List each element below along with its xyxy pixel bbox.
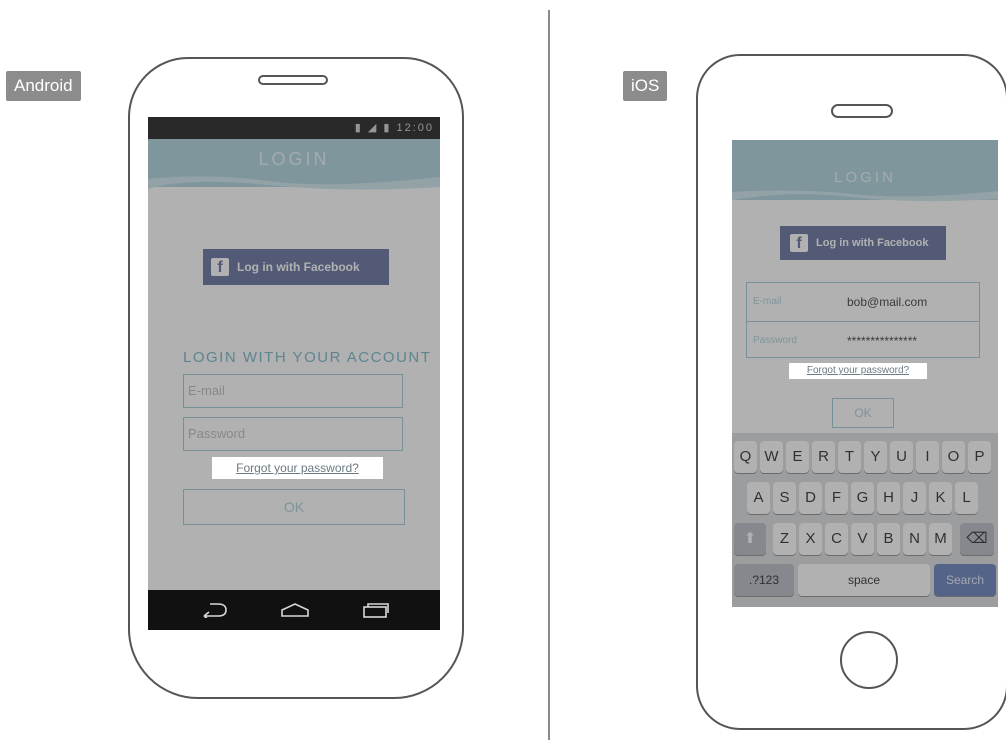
shift-key[interactable]: ⬆ <box>734 523 766 555</box>
ios-password-label: Password <box>753 335 797 346</box>
numbers-key[interactable]: .?123 <box>734 564 794 596</box>
key-f[interactable]: F <box>825 482 848 514</box>
platform-divider <box>548 10 550 740</box>
key-u[interactable]: U <box>890 441 913 473</box>
ios-login-form: E-mail bob@mail.com Password ***********… <box>746 282 980 358</box>
facebook-button-label: Log in with Facebook <box>237 260 360 274</box>
android-status-bar: ▮ ◢ ▮ 12:00 <box>148 117 440 139</box>
header-wave-decoration <box>148 176 440 190</box>
status-time: 12:00 <box>396 122 434 134</box>
ios-facebook-button-label: Log in with Facebook <box>816 237 929 249</box>
password-field[interactable]: Password <box>183 417 403 451</box>
android-screen: ▮ ◢ ▮ 12:00 LOGIN f Log in with Facebook… <box>148 117 440 630</box>
key-r[interactable]: R <box>812 441 835 473</box>
signal-icon: ▮ ◢ ▮ <box>354 122 392 134</box>
search-key[interactable]: Search <box>934 564 996 596</box>
key-y[interactable]: Y <box>864 441 887 473</box>
ios-forgot-password-link[interactable]: Forgot your password? <box>789 363 927 379</box>
ios-email-row[interactable]: E-mail bob@mail.com <box>747 283 979 321</box>
recents-icon[interactable] <box>362 602 390 620</box>
facebook-icon: f <box>790 234 808 252</box>
android-label: Android <box>6 71 81 101</box>
facebook-login-button[interactable]: f Log in with Facebook <box>203 249 389 285</box>
key-a[interactable]: A <box>747 482 770 514</box>
section-title: LOGIN WITH YOUR ACCOUNT <box>183 349 432 366</box>
email-field[interactable]: E-mail <box>183 374 403 408</box>
key-x[interactable]: X <box>799 523 822 555</box>
ios-password-value: *************** <box>847 334 918 348</box>
key-z[interactable]: Z <box>773 523 796 555</box>
key-c[interactable]: C <box>825 523 848 555</box>
facebook-icon: f <box>211 258 229 276</box>
key-t[interactable]: T <box>838 441 861 473</box>
home-icon[interactable] <box>280 602 310 620</box>
key-s[interactable]: S <box>773 482 796 514</box>
iphone-home-button[interactable] <box>840 631 898 689</box>
android-speaker <box>258 75 328 85</box>
key-w[interactable]: W <box>760 441 783 473</box>
space-key[interactable]: space <box>798 564 930 596</box>
key-q[interactable]: Q <box>734 441 757 473</box>
ios-facebook-login-button[interactable]: f Log in with Facebook <box>780 226 946 260</box>
key-m[interactable]: M <box>929 523 952 555</box>
key-k[interactable]: K <box>929 482 952 514</box>
key-v[interactable]: V <box>851 523 874 555</box>
key-d[interactable]: D <box>799 482 822 514</box>
key-p[interactable]: P <box>968 441 991 473</box>
ios-password-row[interactable]: Password *************** <box>747 321 979 360</box>
shift-icon: ⬆ <box>743 530 757 547</box>
key-i[interactable]: I <box>916 441 939 473</box>
key-n[interactable]: N <box>903 523 926 555</box>
key-j[interactable]: J <box>903 482 926 514</box>
android-header-title: LOGIN <box>258 149 330 169</box>
ios-ok-button[interactable]: OK <box>832 398 894 428</box>
key-g[interactable]: G <box>851 482 874 514</box>
backspace-icon: ⌫ <box>966 530 988 547</box>
key-b[interactable]: B <box>877 523 900 555</box>
key-o[interactable]: O <box>942 441 965 473</box>
android-nav-bar <box>148 590 440 630</box>
status-icons: ▮ ◢ ▮ 12:00 <box>355 121 434 134</box>
ios-status-bar <box>732 140 998 156</box>
key-e[interactable]: E <box>786 441 809 473</box>
ios-email-value: bob@mail.com <box>847 295 928 309</box>
ios-keyboard: Q W E R T Y U I O P A S D F G H J K L ⬆ … <box>732 433 998 607</box>
key-l[interactable]: L <box>955 482 978 514</box>
ios-email-label: E-mail <box>753 296 782 307</box>
ok-button[interactable]: OK <box>183 489 405 525</box>
forgot-password-link[interactable]: Forgot your password? <box>212 457 383 479</box>
backspace-key[interactable]: ⌫ <box>960 523 994 555</box>
back-icon[interactable] <box>200 602 228 621</box>
key-h[interactable]: H <box>877 482 900 514</box>
ios-header-wave <box>732 190 998 202</box>
ios-label: iOS <box>623 71 668 101</box>
ios-header-title: LOGIN <box>834 169 896 186</box>
ios-screen: LOGIN f Log in with Facebook E-mail bob@… <box>732 140 998 607</box>
iphone-speaker <box>831 104 893 118</box>
